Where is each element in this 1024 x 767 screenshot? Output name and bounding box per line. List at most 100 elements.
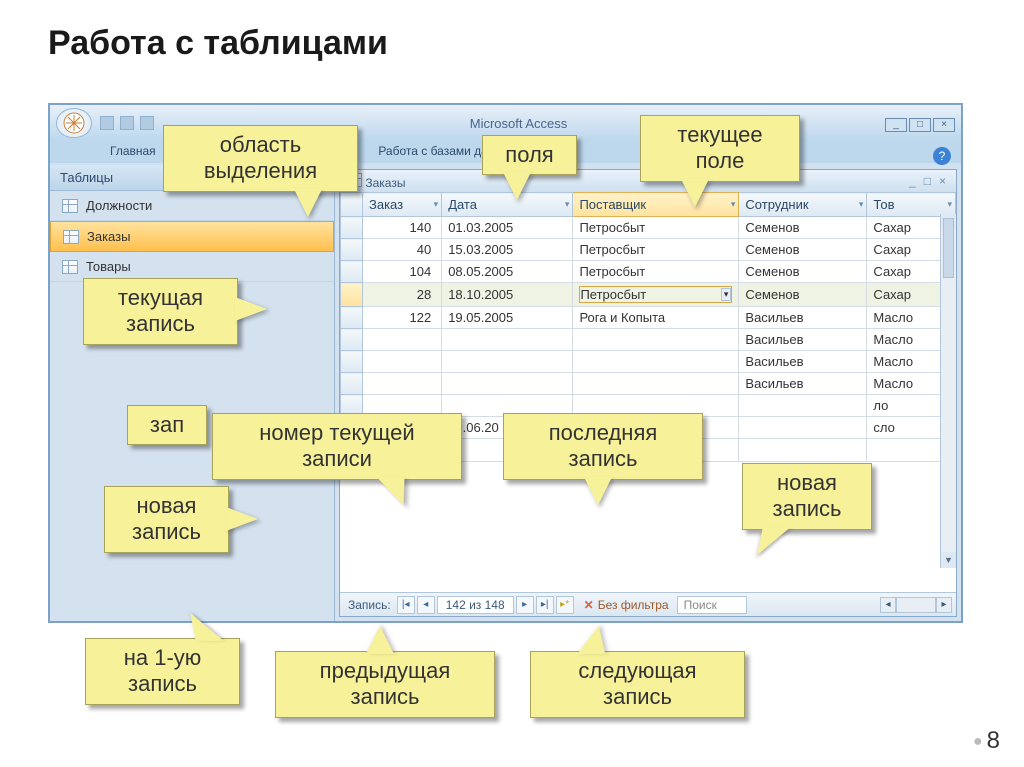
filter-indicator[interactable]: ✕Без фильтра — [584, 598, 669, 612]
vertical-scrollbar[interactable]: ▲ ▼ — [940, 214, 956, 568]
nav-item-заказы[interactable]: Заказы — [50, 221, 334, 252]
nav-item-label: Заказы — [87, 229, 130, 244]
cell-employee[interactable]: Васильев — [739, 307, 867, 329]
tab-home[interactable]: Главная — [98, 141, 168, 163]
new-record-button[interactable]: ▸* — [556, 596, 574, 614]
callout-next-record: следующаязапись — [530, 651, 745, 718]
record-counter[interactable]: 142 из 148 — [437, 596, 514, 614]
scroll-down-icon[interactable]: ▼ — [941, 552, 956, 568]
maximize-icon[interactable]: □ — [920, 174, 935, 188]
callout-current-field: текущееполе — [640, 115, 800, 182]
row-selector[interactable] — [341, 351, 363, 373]
last-record-button[interactable]: ▸| — [536, 596, 554, 614]
cell-employee[interactable] — [739, 417, 867, 439]
row-selector[interactable] — [341, 261, 363, 283]
cell-supplier[interactable]: Петросбыт▾ — [573, 283, 739, 307]
cell-date[interactable] — [442, 329, 573, 351]
nav-header-label: Таблицы — [60, 170, 113, 185]
nav-item-label: Товары — [86, 259, 131, 274]
cell-supplier[interactable]: Петросбыт — [573, 217, 739, 239]
table-icon — [62, 260, 78, 274]
cell-date[interactable]: 08.05.2005 — [442, 261, 573, 283]
column-header[interactable]: Сотрудник▾ — [739, 193, 867, 217]
minimize-icon[interactable]: _ — [885, 118, 907, 132]
cell-date[interactable]: 19.05.2005 — [442, 307, 573, 329]
first-record-button[interactable]: |◂ — [397, 596, 415, 614]
inner-window-controls[interactable]: _□× — [905, 174, 950, 188]
cell-order[interactable] — [363, 373, 442, 395]
nav-item-должности[interactable]: Должности — [50, 191, 334, 221]
callout-new-record-right: новаязапись — [742, 463, 872, 530]
cell-order[interactable]: 140 — [363, 217, 442, 239]
callout-current-record: текущаязапись — [83, 278, 238, 345]
cell-employee[interactable]: Семенов — [739, 239, 867, 261]
cell-order[interactable] — [363, 329, 442, 351]
dropdown-icon[interactable]: ▾ — [947, 199, 952, 210]
cell-date[interactable]: 18.10.2005 — [442, 283, 573, 307]
table-row[interactable]: 14001.03.2005ПетросбытСеменовСахар — [341, 217, 956, 239]
callout-fields: поля — [482, 135, 577, 175]
cell-supplier[interactable] — [573, 373, 739, 395]
dropdown-icon[interactable]: ▾ — [434, 199, 439, 210]
cell-supplier[interactable]: Петросбыт — [573, 239, 739, 261]
cell-employee[interactable]: Семенов — [739, 283, 867, 307]
cell-supplier[interactable]: Петросбыт — [573, 261, 739, 283]
column-header[interactable]: Заказ▾ — [363, 193, 442, 217]
dropdown-icon[interactable]: ▾ — [565, 199, 570, 210]
table-row[interactable]: 4015.03.2005ПетросбытСеменовСахар — [341, 239, 956, 261]
office-button[interactable] — [56, 108, 92, 138]
scroll-thumb[interactable] — [943, 218, 954, 278]
maximize-icon[interactable]: □ — [909, 118, 931, 132]
quick-access-toolbar[interactable] — [100, 116, 154, 130]
column-header[interactable]: Поставщик▾ — [573, 193, 739, 217]
cell-order[interactable] — [363, 351, 442, 373]
column-header[interactable]: Тов▾ — [867, 193, 956, 217]
data-grid[interactable]: Заказ▾Дата▾Поставщик▾Сотрудник▾Тов▾14001… — [340, 192, 956, 592]
callout-prev-record: предыдущаязапись — [275, 651, 495, 718]
search-input[interactable]: Поиск — [677, 596, 747, 614]
cell-order[interactable]: 122 — [363, 307, 442, 329]
table-row[interactable]: ВасильевМасло — [341, 373, 956, 395]
row-selector[interactable] — [341, 283, 363, 307]
callout-record-number: номер текущейзаписи — [212, 413, 462, 480]
close-icon[interactable]: × — [935, 174, 950, 188]
table-row[interactable]: 10408.05.2005ПетросбытСеменовСахар — [341, 261, 956, 283]
row-selector[interactable] — [341, 307, 363, 329]
window-controls[interactable]: _□× — [883, 114, 955, 132]
row-selector[interactable] — [341, 217, 363, 239]
close-icon[interactable]: × — [933, 118, 955, 132]
cell-employee[interactable]: Семенов — [739, 217, 867, 239]
cell-order[interactable]: 28 — [363, 283, 442, 307]
dropdown-icon[interactable]: ▾ — [721, 288, 732, 301]
cell-date[interactable]: 01.03.2005 — [442, 217, 573, 239]
cell-date[interactable]: 15.03.2005 — [442, 239, 573, 261]
datasheet-title: Заказы — [365, 176, 405, 190]
cell-employee[interactable]: Васильев — [739, 373, 867, 395]
table-row[interactable]: 2818.10.2005Петросбыт▾СеменовСахар — [341, 283, 956, 307]
dropdown-icon[interactable]: ▾ — [731, 199, 736, 210]
minimize-icon[interactable]: _ — [905, 174, 920, 188]
cell-date[interactable] — [442, 373, 573, 395]
prev-record-button[interactable]: ◂ — [417, 596, 435, 614]
cell-employee[interactable]: Васильев — [739, 351, 867, 373]
table-row[interactable]: ВасильевМасло — [341, 351, 956, 373]
cell-supplier[interactable] — [573, 351, 739, 373]
cell-supplier[interactable] — [573, 329, 739, 351]
cell-order[interactable]: 104 — [363, 261, 442, 283]
callout-first-record: на 1-уюзапись — [85, 638, 240, 705]
horizontal-scrollbar[interactable]: ◂▸ — [880, 597, 952, 613]
cell-employee[interactable] — [739, 395, 867, 417]
cell-employee[interactable]: Семенов — [739, 261, 867, 283]
row-selector[interactable] — [341, 239, 363, 261]
cell-employee[interactable]: Васильев — [739, 329, 867, 351]
cell-order[interactable]: 40 — [363, 239, 442, 261]
row-selector[interactable] — [341, 329, 363, 351]
cell-date[interactable] — [442, 351, 573, 373]
table-row[interactable]: ВасильевМасло — [341, 329, 956, 351]
row-selector[interactable] — [341, 373, 363, 395]
help-icon[interactable]: ? — [933, 147, 951, 165]
next-record-button[interactable]: ▸ — [516, 596, 534, 614]
cell-supplier[interactable]: Рога и Копыта — [573, 307, 739, 329]
dropdown-icon[interactable]: ▾ — [859, 199, 864, 210]
table-row[interactable]: 12219.05.2005Рога и КопытаВасильевМасло — [341, 307, 956, 329]
